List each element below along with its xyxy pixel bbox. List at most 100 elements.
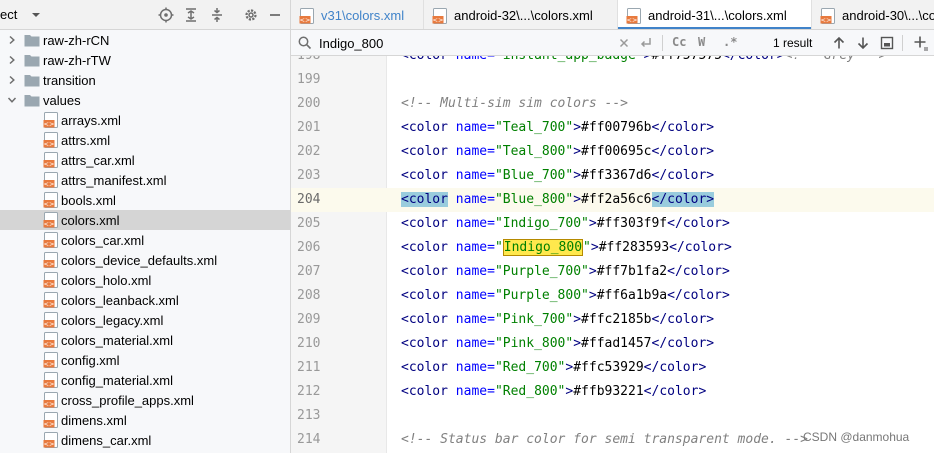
project-panel-title: ect	[0, 7, 18, 22]
code-line[interactable]: 204 <color name="Blue_800">#ff2a56c6</col…	[291, 188, 934, 212]
arrow-down-icon[interactable]	[855, 35, 871, 51]
xml-file-icon: <>	[43, 292, 58, 308]
tree-folder[interactable]: raw-zh-rCN	[0, 30, 290, 50]
tree-file[interactable]: <> attrs.xml	[0, 130, 290, 150]
tree-file[interactable]: <> colors_leanback.xml	[0, 290, 290, 310]
tree-file[interactable]: <> colors_legacy.xml	[0, 310, 290, 330]
code-line[interactable]: 211 <color name="Red_700">#ffc53929</colo…	[291, 356, 934, 380]
tree-file[interactable]: <> colors_device_defaults.xml	[0, 250, 290, 270]
code-text: <color name="Purple_700">#ff7b1fa2</colo…	[401, 264, 730, 279]
search-icon[interactable]	[297, 35, 313, 51]
locate-file-icon[interactable]	[157, 6, 175, 24]
hide-panel-icon[interactable]	[266, 6, 284, 24]
svg-text:<>: <>	[44, 300, 55, 308]
tree-file[interactable]: <> arrays.xml	[0, 110, 290, 130]
tree-file[interactable]: <> colors_car.xml	[0, 230, 290, 250]
code-line[interactable]: 207 <color name="Purple_700">#ff7b1fa2</c…	[291, 260, 934, 284]
gear-icon[interactable]	[242, 6, 260, 24]
tree-item-label: bools.xml	[61, 193, 116, 208]
result-count: 1 result	[773, 36, 813, 50]
tab-4[interactable]: <> android-30\...\colors.xml	[812, 0, 934, 29]
code-text: <color name="Indigo_800">#ff283593</colo…	[401, 239, 732, 256]
chevron-right-icon[interactable]	[7, 35, 17, 45]
xml-file-icon: <>	[43, 432, 58, 448]
tree-file[interactable]: <> dimens.xml	[0, 410, 290, 430]
svg-text:<>: <>	[44, 220, 55, 228]
tree-item-label: raw-zh-rTW	[43, 53, 111, 68]
svg-text:<>: <>	[44, 340, 55, 348]
code-line[interactable]: 202 <color name="Teal_800">#ff00695c</col…	[291, 140, 934, 164]
code-line[interactable]: 203 <color name="Blue_700">#ff3367d6</col…	[291, 164, 934, 188]
tree-item-label: config_material.xml	[61, 373, 173, 388]
tree-folder[interactable]: transition	[0, 70, 290, 90]
tree-file[interactable]: <> colors.xml	[0, 210, 290, 230]
code-text: <color name="Red_800">#ffb93221</color>	[401, 384, 707, 399]
clear-search-icon[interactable]	[616, 35, 632, 51]
svg-text:<>: <>	[44, 280, 55, 288]
line-number: 211	[297, 360, 321, 375]
code-text: <color name="instant_app_badge">#ff75757…	[401, 56, 886, 63]
tree-folder[interactable]: raw-zh-rTW	[0, 50, 290, 70]
tree-item-label: colors_holo.xml	[61, 273, 152, 288]
tree-file[interactable]: <> attrs_car.xml	[0, 150, 290, 170]
expand-all-icon[interactable]	[182, 6, 200, 24]
code-line[interactable]: 198 <color name="instant_app_badge">#ff75…	[291, 56, 934, 68]
code-line[interactable]: 208 <color name="Purple_800">#ff6a1b9a</c…	[291, 284, 934, 308]
tab-3[interactable]: <> android-31\...\colors.xml	[618, 0, 812, 29]
folder-icon	[24, 35, 40, 47]
code-text: <!-- Status bar color for semi transpare…	[401, 432, 808, 447]
svg-text:<>: <>	[44, 240, 55, 248]
new-line-icon[interactable]	[638, 35, 654, 51]
svg-text:<>: <>	[44, 260, 55, 268]
match-case-toggle[interactable]: Cc	[672, 35, 686, 51]
select-all-occurrences-icon[interactable]	[879, 35, 895, 51]
chevron-down-icon[interactable]	[7, 95, 17, 105]
code-text: <color name="Blue_700">#ff3367d6</color>	[401, 168, 715, 183]
tree-item-label: colors_material.xml	[61, 333, 173, 348]
tree-file[interactable]: <> colors_holo.xml	[0, 270, 290, 290]
arrow-up-icon[interactable]	[831, 35, 847, 51]
xml-file-icon: <>	[43, 392, 58, 408]
tree-file[interactable]: <> dimens_car.xml	[0, 430, 290, 450]
chevron-down-icon[interactable]	[30, 9, 42, 21]
tree-file[interactable]: <> attrs_manifest.xml	[0, 170, 290, 190]
tree-folder[interactable]: values	[0, 90, 290, 110]
line-number: 212	[297, 384, 321, 399]
tab-2[interactable]: <> android-32\...\colors.xml	[424, 0, 618, 29]
chevron-right-icon[interactable]	[7, 75, 17, 85]
tree-item-label: attrs_car.xml	[61, 153, 135, 168]
code-line[interactable]: 205 <color name="Indigo_700">#ff303f9f</c…	[291, 212, 934, 236]
tree-file[interactable]: <> config_material.xml	[0, 370, 290, 390]
project-tree: raw-zh-rCN raw-zh-rTW transition values <> ar…	[0, 30, 290, 453]
tab-1[interactable]: <> v31\colors.xml	[291, 0, 424, 29]
regex-toggle[interactable]: .*	[723, 35, 737, 51]
tree-item-label: transition	[43, 73, 96, 88]
collapse-all-icon[interactable]	[208, 6, 226, 24]
code-line[interactable]: 213	[291, 404, 934, 428]
code-line[interactable]: 200 <!-- Multi-sim sim colors -->	[291, 92, 934, 116]
folder-icon	[24, 55, 40, 67]
words-toggle[interactable]: W	[698, 35, 705, 51]
search-match-highlight: Indigo_800	[502, 239, 584, 256]
tree-file[interactable]: <> config.xml	[0, 350, 290, 370]
chevron-right-icon[interactable]	[7, 55, 17, 65]
tree-file[interactable]: <> bools.xml	[0, 190, 290, 210]
svg-text:<>: <>	[627, 16, 638, 24]
tree-item-label: colors_car.xml	[61, 233, 145, 248]
code-text: <color name="Pink_700">#ffc2185b</color>	[401, 312, 715, 327]
code-text: <color name="Pink_800">#ffad1457</color>	[401, 336, 715, 351]
tree-item-label: raw-zh-rCN	[43, 33, 110, 48]
code-line[interactable]: 199	[291, 68, 934, 92]
code-editor[interactable]: 198 <color name="instant_app_badge">#ff75…	[291, 56, 934, 453]
tree-file[interactable]: <> colors_material.xml	[0, 330, 290, 350]
search-input[interactable]	[319, 33, 619, 53]
svg-text:<>: <>	[44, 440, 55, 448]
code-line[interactable]: 210 <color name="Pink_800">#ffad1457</col…	[291, 332, 934, 356]
code-line[interactable]: 201 <color name="Teal_700">#ff00796b</col…	[291, 116, 934, 140]
code-line[interactable]: 206 <color name="Indigo_800">#ff283593</c…	[291, 236, 934, 260]
code-line[interactable]: 212 <color name="Red_800">#ffb93221</colo…	[291, 380, 934, 404]
tree-file[interactable]: <> cross_profile_apps.xml	[0, 390, 290, 410]
xml-file-icon: <>	[43, 272, 58, 288]
add-filter-icon[interactable]	[913, 35, 929, 51]
code-line[interactable]: 209 <color name="Pink_700">#ffc2185b</col…	[291, 308, 934, 332]
